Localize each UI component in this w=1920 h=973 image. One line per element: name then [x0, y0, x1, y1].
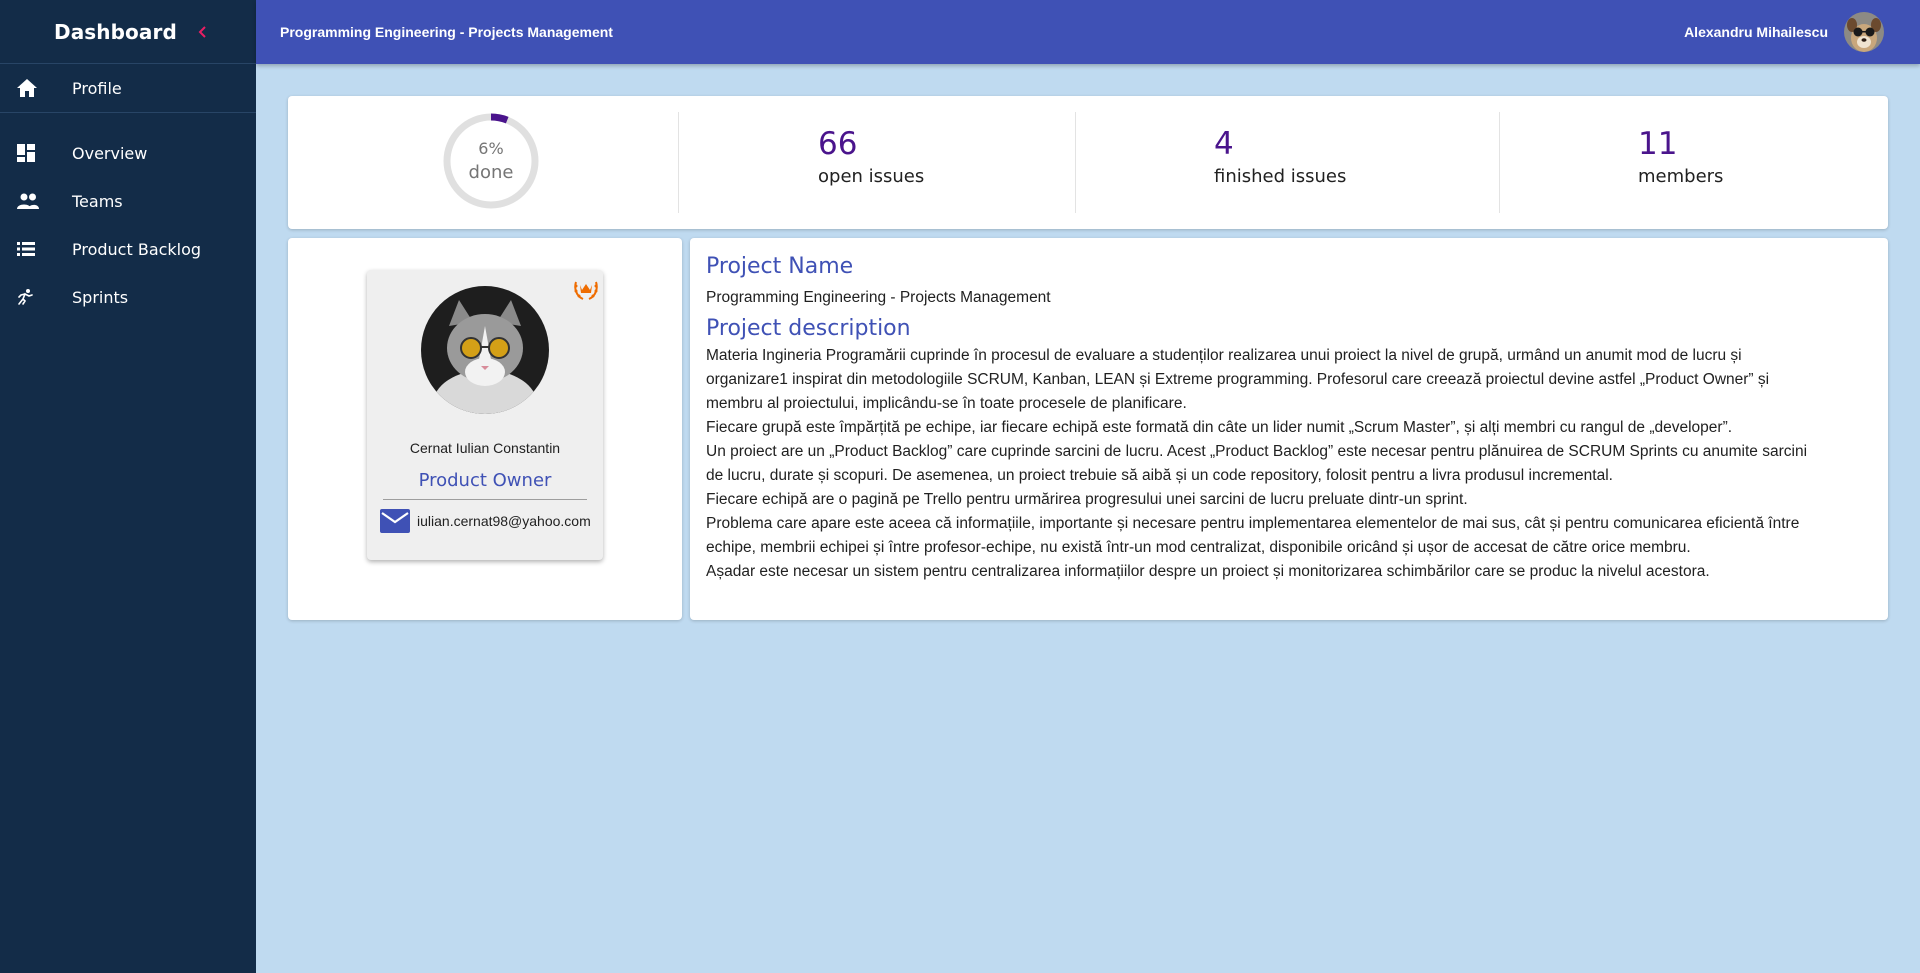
project-description: Materia Ingineria Programării cuprinde î…: [706, 344, 1872, 584]
description-line: de lucru, durate și scopuri. De asemenea…: [706, 467, 1613, 484]
project-stats-card: 6% done 66 open issues 4 finished issues…: [288, 96, 1888, 229]
stat-members: 11 members: [1638, 126, 1723, 187]
sidebar-item-profile[interactable]: Profile: [0, 64, 256, 112]
stat-value: 66: [818, 126, 858, 162]
sidebar-item-label: Sprints: [72, 287, 129, 307]
stat-finished-issues: 4 finished issues: [1214, 126, 1346, 187]
description-line: membru al proiectului, implicându-se în …: [706, 395, 1187, 412]
project-name: Programming Engineering - Projects Manag…: [706, 289, 1051, 306]
stat-open-issues: 66 open issues: [818, 126, 924, 187]
owner-card: Cernat Iulian Constantin Product Owner i…: [367, 270, 603, 560]
owner-email: iulian.cernat98@yahoo.com: [417, 513, 591, 529]
divider: [1075, 112, 1076, 213]
chevron-left-icon[interactable]: [191, 20, 215, 44]
description-line: echipe, membrii echipei și între profeso…: [706, 539, 1691, 556]
sidebar: Dashboard Profile Overview Teams Product…: [0, 0, 256, 973]
owner-panel: Cernat Iulian Constantin Product Owner i…: [288, 238, 682, 620]
sidebar-item-label: Teams: [72, 191, 123, 211]
owner-name: Cernat Iulian Constantin: [409, 440, 561, 456]
stat-label: open issues: [818, 166, 925, 187]
owner-role: Product Owner: [418, 470, 552, 491]
stat-label: members: [1638, 166, 1724, 187]
sprint-icon: [0, 273, 72, 321]
sidebar-item-sprints[interactable]: Sprints: [0, 273, 256, 321]
stat-value: 4: [1214, 126, 1234, 162]
sidebar-group-main: Overview Teams Product Backlog Sprints: [0, 113, 256, 321]
progress-text: 6% done: [441, 111, 541, 211]
description-line: organizare1 inspirat din metodologiile S…: [706, 371, 1770, 388]
divider: [678, 112, 679, 213]
divider: [1499, 112, 1500, 213]
app-bar-title: Programming Engineering - Projects Manag…: [280, 24, 613, 40]
owner-email-row: iulian.cernat98@yahoo.com: [379, 506, 591, 536]
description-line: Așadar este necesar un sistem pentru cen…: [706, 563, 1710, 580]
list-icon: [0, 225, 72, 273]
email-icon[interactable]: [379, 508, 411, 534]
sidebar-item-overview[interactable]: Overview: [0, 129, 256, 177]
project-details-panel: Project Name Programming Engineering - P…: [690, 238, 1888, 620]
sidebar-item-label: Overview: [72, 143, 148, 163]
dashboard-icon: [0, 129, 72, 177]
stat-label: finished issues: [1214, 166, 1347, 187]
progress-label: done: [468, 162, 514, 183]
sidebar-title: Dashboard: [54, 19, 177, 44]
sidebar-item-label: Product Backlog: [72, 239, 202, 259]
user-avatar[interactable]: [1844, 12, 1884, 52]
progress-percent: 6%: [478, 139, 504, 158]
sidebar-header: Dashboard: [0, 0, 256, 64]
sidebar-group-profile: Profile: [0, 64, 256, 113]
sidebar-item-label: Profile: [72, 78, 122, 98]
stat-value: 11: [1638, 126, 1678, 162]
project-description-heading: Project description: [706, 316, 911, 341]
people-icon: [0, 177, 72, 225]
user-name: Alexandru Mihailescu: [1684, 24, 1828, 40]
project-name-heading: Project Name: [706, 254, 854, 279]
divider: [383, 499, 587, 500]
description-line: Problema care apare este aceea că inform…: [706, 515, 1800, 532]
app-bar: Programming Engineering - Projects Manag…: [256, 0, 1920, 64]
description-line: Un proiect are un „Product Backlog” care…: [706, 443, 1808, 460]
owner-avatar: [421, 286, 549, 414]
description-line: Materia Ingineria Programării cuprinde î…: [706, 347, 1742, 364]
crown-laurel-icon: [571, 274, 601, 304]
sidebar-item-product-backlog[interactable]: Product Backlog: [0, 225, 256, 273]
description-line: Fiecare grupă este împărțită pe echipe, …: [706, 419, 1733, 436]
sidebar-item-teams[interactable]: Teams: [0, 177, 256, 225]
home-icon: [0, 64, 72, 112]
description-line: Fiecare echipă are o pagină pe Trello pe…: [706, 491, 1468, 508]
